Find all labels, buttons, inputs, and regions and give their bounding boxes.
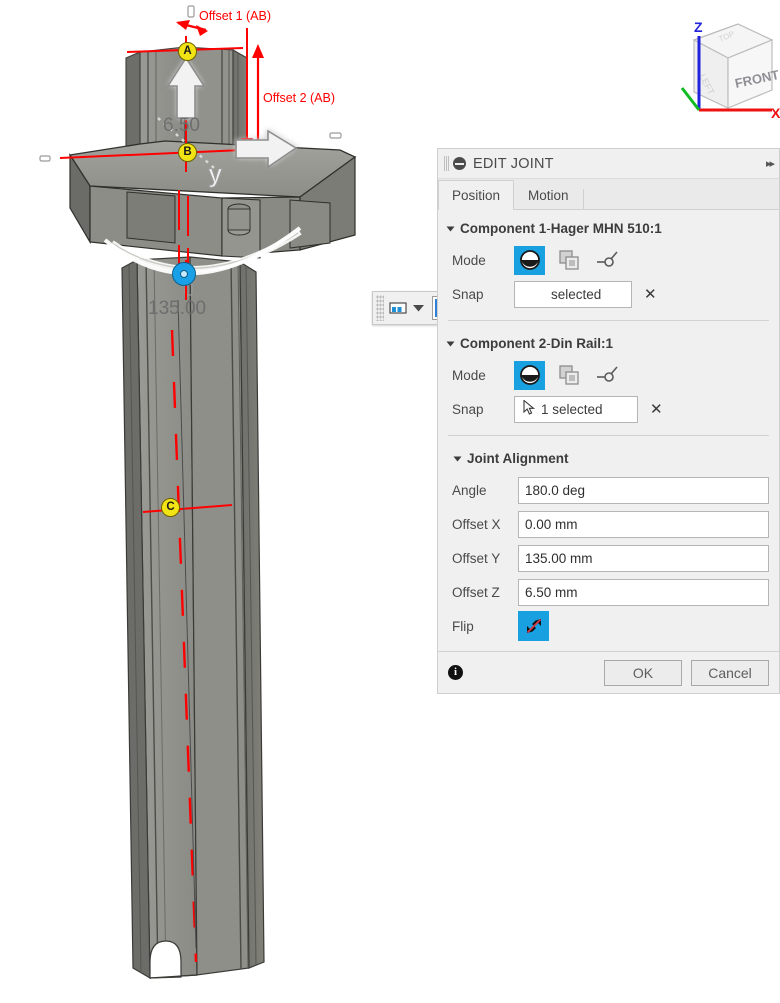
angle-input[interactable]: 180.0 deg xyxy=(518,476,769,504)
component1-heading[interactable]: Component 1 - Hager MHN 510:1 xyxy=(438,214,779,243)
component1-mode-buttons[interactable] xyxy=(514,245,623,275)
component2-section: Component 2 - Din Rail:1 Mode Snap 1 sel… xyxy=(438,325,779,428)
component1-mode-label: Mode xyxy=(452,252,486,268)
component2-mode-buttons[interactable] xyxy=(514,360,623,390)
cancel-button[interactable]: Cancel xyxy=(691,659,769,686)
collapse-icon[interactable] xyxy=(453,157,466,170)
axis-label-z: Z xyxy=(694,19,703,35)
joint-alignment-section: Joint Alignment Angle 180.0 deg Offset X… xyxy=(438,440,779,645)
component1-clear-selection-icon[interactable]: ✕ xyxy=(644,287,657,302)
offset-x-input[interactable]: 0.00 mm xyxy=(518,510,769,538)
dialog-header[interactable]: EDIT JOINT ▸▸ xyxy=(438,149,779,179)
chevron-down-icon[interactable] xyxy=(446,341,455,346)
expand-arrows-icon[interactable]: ▸▸ xyxy=(766,157,775,170)
svg-text:y: y xyxy=(208,158,223,188)
joint-marker-b[interactable]: B xyxy=(178,143,197,162)
cursor-icon xyxy=(523,399,536,418)
axis-label-x: X xyxy=(771,105,780,121)
tab-filler xyxy=(582,189,779,209)
simple-joint-mode-icon[interactable] xyxy=(514,245,545,275)
component1-heading-name: Hager MHN 510:1 xyxy=(550,221,662,236)
chevron-down-icon[interactable] xyxy=(410,298,426,318)
section-divider-1 xyxy=(448,320,769,321)
joint-marker-c[interactable]: C xyxy=(161,498,180,517)
dialog-title: EDIT JOINT xyxy=(473,155,554,172)
joint-alignment-heading-label: Joint Alignment xyxy=(467,451,569,466)
between-two-faces-mode-icon[interactable] xyxy=(553,246,584,275)
component2-snap-row: Snap 1 selected ✕ xyxy=(438,392,779,426)
component1-snap-label: Snap xyxy=(452,286,484,302)
section-divider-2 xyxy=(448,435,769,436)
app-screenshot: y FRONT LEFT TOP Z X Offset 1 (AB) Offse… xyxy=(0,0,780,998)
offset-z-dimension[interactable]: 6.50 xyxy=(163,115,200,137)
dialog-grip-icon[interactable] xyxy=(444,156,449,171)
component2-snap-selection[interactable]: 1 selected xyxy=(514,395,638,423)
dialog-tabs[interactable]: Position Motion xyxy=(438,179,779,210)
offset-y-dimension[interactable]: 135.00 xyxy=(148,298,206,320)
edit-joint-dialog[interactable]: EDIT JOINT ▸▸ Position Motion Component … xyxy=(437,148,780,694)
component1-heading-prefix: Component 1 xyxy=(460,221,547,236)
offset1-annotation: Offset 1 (AB) xyxy=(199,9,272,23)
flip-icon[interactable] xyxy=(518,611,549,641)
component2-snap-value: 1 selected xyxy=(541,401,603,417)
offset-x-label: Offset X xyxy=(452,516,501,532)
two-edge-intersection-mode-icon[interactable] xyxy=(592,246,623,275)
angle-label: Angle xyxy=(452,482,487,498)
component2-heading[interactable]: Component 2 - Din Rail:1 xyxy=(438,329,779,358)
component2-heading-prefix: Component 2 xyxy=(460,336,547,351)
info-icon[interactable]: i xyxy=(448,665,463,680)
component1-mode-row: Mode xyxy=(438,243,779,277)
joint-origin-marker[interactable] xyxy=(172,262,196,286)
offset2-annotation: Offset 2 (AB) xyxy=(263,91,336,105)
offset-y-row: Offset Y 135.00 mm xyxy=(438,541,779,575)
component2-heading-name: Din Rail:1 xyxy=(550,336,614,351)
drag-handle-icon[interactable] xyxy=(376,295,384,321)
component1-snap-row: Snap selected ✕ xyxy=(438,277,779,311)
component2-clear-selection-icon[interactable]: ✕ xyxy=(650,402,663,417)
dialog-footer: i OK Cancel xyxy=(438,651,779,693)
offset-y-input[interactable]: 135.00 mm xyxy=(518,544,769,572)
two-edge-intersection-mode-icon[interactable] xyxy=(592,361,623,390)
offset-z-label: Offset Z xyxy=(452,584,500,600)
flip-row: Flip xyxy=(438,609,779,643)
component2-mode-row: Mode xyxy=(438,358,779,392)
offset-y-label: Offset Y xyxy=(452,550,501,566)
component1-snap-selection[interactable]: selected xyxy=(514,280,632,308)
offset-z-row: Offset Z 6.50 mm xyxy=(438,575,779,609)
chevron-down-icon[interactable] xyxy=(453,456,462,461)
tab-position[interactable]: Position xyxy=(438,180,515,210)
angle-row: Angle 180.0 deg xyxy=(438,473,779,507)
joint-alignment-heading[interactable]: Joint Alignment xyxy=(438,444,779,473)
chevron-down-icon[interactable] xyxy=(446,226,455,231)
view-cube[interactable]: FRONT LEFT TOP Z X xyxy=(676,6,780,126)
component1-section: Component 1 - Hager MHN 510:1 Mode Snap … xyxy=(438,210,779,313)
joint-marker-a[interactable]: A xyxy=(178,42,197,61)
simple-joint-mode-icon[interactable] xyxy=(514,360,545,390)
tab-motion[interactable]: Motion xyxy=(514,180,583,209)
component2-snap-label: Snap xyxy=(452,401,484,417)
between-two-faces-mode-icon[interactable] xyxy=(553,361,584,390)
component1-snap-value: selected xyxy=(551,286,602,302)
ok-button[interactable]: OK xyxy=(604,659,682,686)
offset-x-row: Offset X 0.00 mm xyxy=(438,507,779,541)
component2-mode-label: Mode xyxy=(452,367,486,383)
offset-z-input[interactable]: 6.50 mm xyxy=(518,578,769,606)
flip-label: Flip xyxy=(452,618,474,634)
dimension-icon[interactable] xyxy=(386,298,410,318)
